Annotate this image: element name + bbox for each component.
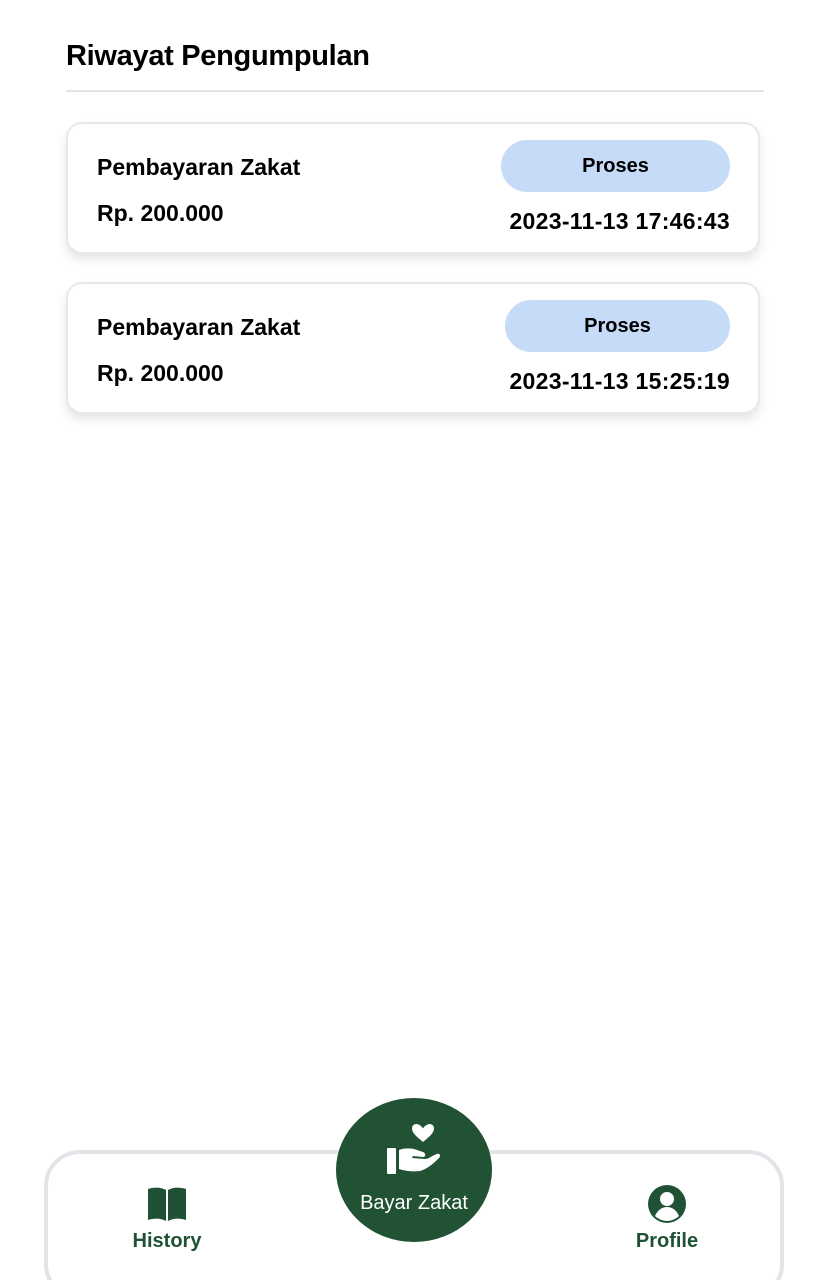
nav-profile-button[interactable]: Profile <box>622 1184 712 1253</box>
nav-profile-label: Profile <box>635 1230 699 1252</box>
card-title: Pembayaran Zakat <box>97 154 301 180</box>
book-open-icon <box>147 1184 187 1224</box>
card-amount: Rp. 200.000 <box>97 360 224 386</box>
card-datetime: 2023-11-13 15:25:19 <box>509 368 730 394</box>
nav-history-label: History <box>132 1230 202 1252</box>
card-title: Pembayaran Zakat <box>97 314 301 340</box>
hand-heart-icon <box>387 1124 441 1174</box>
history-page: Riwayat Pengumpulan Pembayaran Zakat Rp.… <box>0 0 824 1280</box>
title-divider <box>66 90 764 92</box>
card-datetime: 2023-11-13 17:46:43 <box>509 208 730 234</box>
page-title: Riwayat Pengumpulan <box>66 40 370 72</box>
bayar-zakat-label: Bayar Zakat <box>360 1192 468 1214</box>
user-circle-icon <box>647 1184 687 1224</box>
nav-history-button[interactable]: History <box>122 1184 212 1253</box>
history-card[interactable]: Pembayaran Zakat Rp. 200.000 Proses 2023… <box>66 122 760 254</box>
card-amount: Rp. 200.000 <box>97 200 224 226</box>
bayar-zakat-button[interactable]: Bayar Zakat <box>336 1098 492 1242</box>
status-badge: Proses <box>505 300 730 352</box>
status-badge: Proses <box>501 140 730 192</box>
history-card[interactable]: Pembayaran Zakat Rp. 200.000 Proses 2023… <box>66 282 760 414</box>
